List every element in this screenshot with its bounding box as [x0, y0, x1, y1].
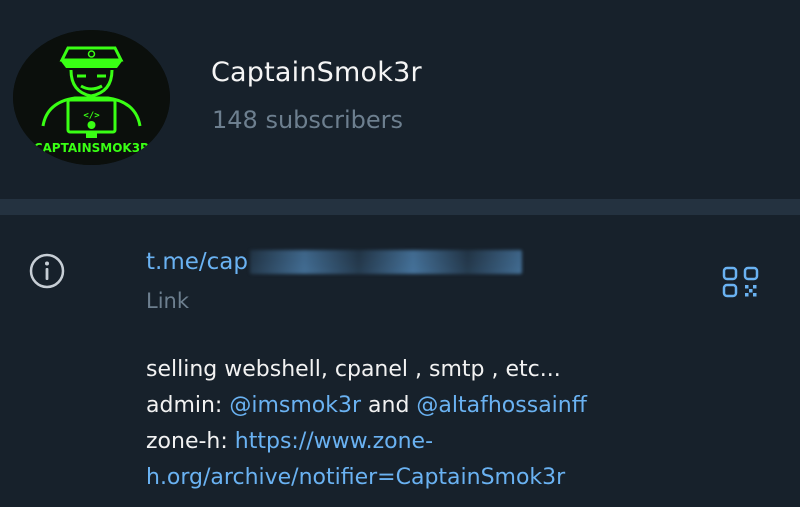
- description-line-1: selling webshell, cpanel , smtp , etc...: [146, 357, 561, 382]
- description-line-4: h.org/archive/notifier=CaptainSmok3r: [146, 460, 786, 496]
- admin-mention-2[interactable]: @altafhossainff: [416, 393, 586, 418]
- section-divider: [0, 199, 800, 215]
- channel-info-section: t.me/cap Link selling webshell, cpanel ,…: [0, 215, 800, 507]
- channel-name: CaptainSmok3r: [211, 57, 422, 88]
- description-line-3: zone-h: https://www.zone-: [146, 424, 786, 460]
- zone-h-link-part-2[interactable]: h.org/archive/notifier=CaptainSmok3r: [146, 465, 565, 490]
- redacted-link-blur: [249, 250, 522, 274]
- zone-h-prefix: zone-h:: [146, 429, 235, 454]
- link-label: Link: [146, 289, 190, 313]
- channel-description: selling webshell, cpanel , smtp , etc...…: [146, 352, 786, 496]
- avatar-logo: </> CAPTAINSMOK3R: [13, 30, 170, 165]
- subscriber-count: 148 subscribers: [212, 106, 403, 134]
- invite-link-text: t.me/cap: [146, 249, 248, 275]
- admin-mention-1[interactable]: @imsmok3r: [229, 393, 361, 418]
- admin-prefix: admin:: [146, 393, 230, 418]
- channel-avatar[interactable]: </> CAPTAINSMOK3R: [13, 30, 170, 165]
- channel-info-panel: </> CAPTAINSMOK3R CaptainSmok3r 148 subs…: [0, 0, 800, 507]
- zone-h-link-part-1[interactable]: https://www.zone-: [235, 429, 433, 454]
- qr-code-icon[interactable]: [722, 266, 759, 298]
- info-circle-icon: [29, 253, 65, 289]
- avatar-text: CAPTAINSMOK3R: [34, 141, 150, 155]
- admin-joiner: and: [361, 393, 417, 418]
- channel-header: </> CAPTAINSMOK3R CaptainSmok3r 148 subs…: [0, 0, 800, 199]
- svg-text:</>: </>: [83, 111, 100, 121]
- invite-link[interactable]: t.me/cap: [146, 249, 522, 275]
- description-line-2: admin: @imsmok3r and @altafhossainff: [146, 388, 786, 424]
